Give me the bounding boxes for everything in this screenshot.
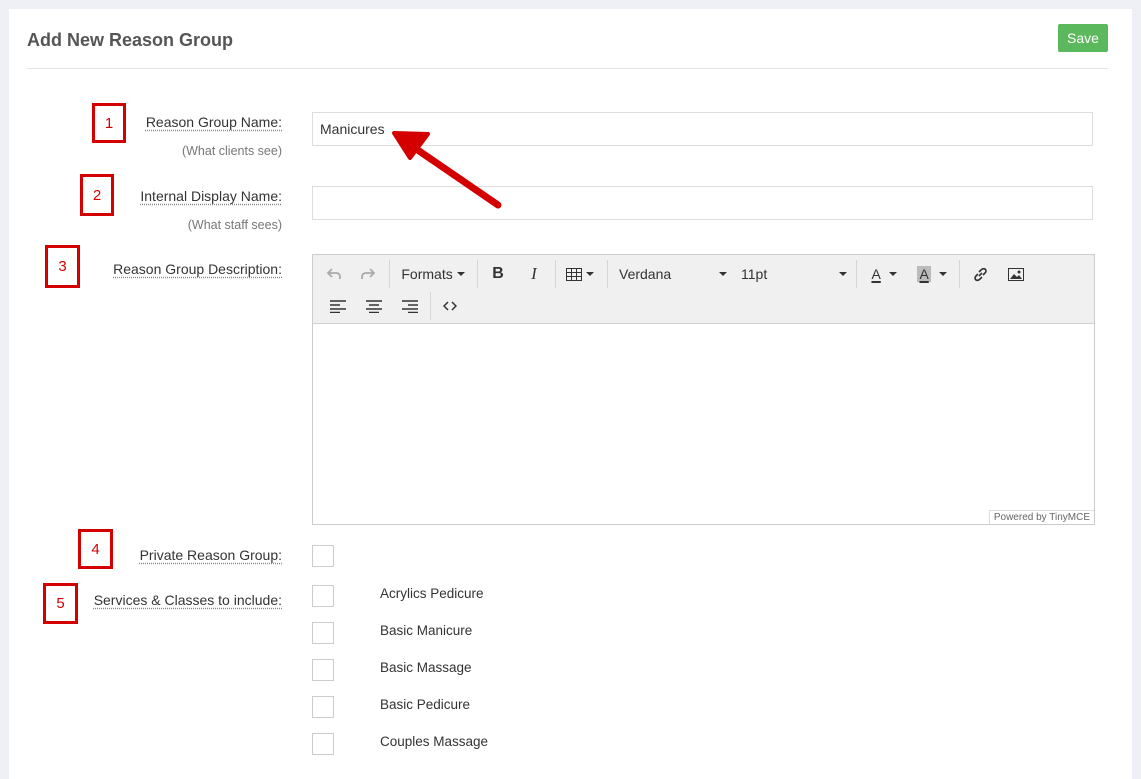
toolbar-separator	[389, 260, 390, 288]
source-code-icon[interactable]	[437, 292, 463, 320]
redo-icon[interactable]	[355, 260, 381, 288]
services-label: Services & Classes to include:	[94, 592, 282, 608]
table-icon	[566, 268, 582, 281]
table-button[interactable]	[563, 260, 597, 288]
chevron-down-icon	[939, 272, 947, 276]
annotation-1: 1	[92, 103, 126, 143]
private-reason-group-label: Private Reason Group:	[140, 547, 282, 563]
toolbar-separator	[856, 260, 857, 288]
toolbar-separator	[959, 260, 960, 288]
service-label: Acrylics Pedicure	[380, 586, 484, 601]
annotation-2: 2	[80, 174, 114, 216]
chevron-down-icon	[586, 272, 594, 276]
service-checkbox-basic-manicure[interactable]	[312, 622, 334, 644]
chevron-down-icon	[889, 272, 897, 276]
powered-by-label: Powered by TinyMCE	[989, 510, 1094, 524]
page-title: Add New Reason Group	[27, 30, 233, 51]
service-label: Basic Pedicure	[380, 697, 470, 712]
align-left-icon[interactable]	[325, 292, 351, 320]
service-checkbox-couples-massage[interactable]	[312, 733, 334, 755]
service-label: Basic Massage	[380, 660, 472, 675]
editor-toolbar: Formats B I Verdana 11pt A A	[313, 255, 1094, 324]
align-right-icon[interactable]	[397, 292, 423, 320]
font-family-select[interactable]: Verdana	[615, 260, 727, 288]
annotation-5: 5	[43, 583, 78, 624]
toolbar-separator	[555, 260, 556, 288]
formats-dropdown[interactable]: Formats	[397, 260, 469, 288]
internal-display-name-hint: (What staff sees)	[188, 218, 282, 232]
service-label: Basic Manicure	[380, 623, 472, 638]
align-center-icon[interactable]	[361, 292, 387, 320]
background-color-icon: A	[917, 266, 930, 282]
bold-icon[interactable]: B	[485, 260, 511, 288]
reason-group-name-label: Reason Group Name:	[146, 114, 282, 130]
text-color-button[interactable]: A	[863, 260, 905, 288]
annotation-arrow-icon	[380, 120, 520, 220]
service-checkbox-basic-massage[interactable]	[312, 659, 334, 681]
chevron-down-icon	[719, 272, 727, 276]
formats-label: Formats	[401, 266, 452, 282]
save-button[interactable]: Save	[1058, 24, 1108, 52]
image-icon[interactable]	[1003, 260, 1029, 288]
service-checkbox-basic-pedicure[interactable]	[312, 696, 334, 718]
toolbar-separator	[607, 260, 608, 288]
editor-content-area[interactable]	[313, 324, 1094, 510]
toolbar-separator	[477, 260, 478, 288]
link-icon[interactable]	[967, 260, 993, 288]
undo-icon[interactable]	[321, 260, 347, 288]
font-family-value: Verdana	[615, 266, 671, 282]
reason-group-name-hint: (What clients see)	[182, 144, 282, 158]
description-label: Reason Group Description:	[113, 261, 282, 277]
divider	[27, 68, 1108, 69]
italic-icon[interactable]: I	[521, 260, 547, 288]
service-checkbox-acrylics-pedicure[interactable]	[312, 585, 334, 607]
internal-display-name-label: Internal Display Name:	[140, 188, 282, 204]
annotation-4: 4	[78, 529, 113, 569]
chevron-down-icon	[457, 272, 465, 276]
service-label: Couples Massage	[380, 734, 488, 749]
font-size-select[interactable]: 11pt	[737, 260, 847, 288]
background-color-button[interactable]: A	[911, 260, 953, 288]
private-reason-group-checkbox[interactable]	[312, 545, 334, 567]
text-color-icon: A	[871, 266, 880, 282]
font-size-value: 11pt	[737, 266, 767, 282]
rich-text-editor: Formats B I Verdana 11pt A A Powered by …	[312, 254, 1095, 525]
annotation-3: 3	[45, 245, 80, 288]
chevron-down-icon	[839, 272, 847, 276]
toolbar-separator	[430, 292, 431, 320]
